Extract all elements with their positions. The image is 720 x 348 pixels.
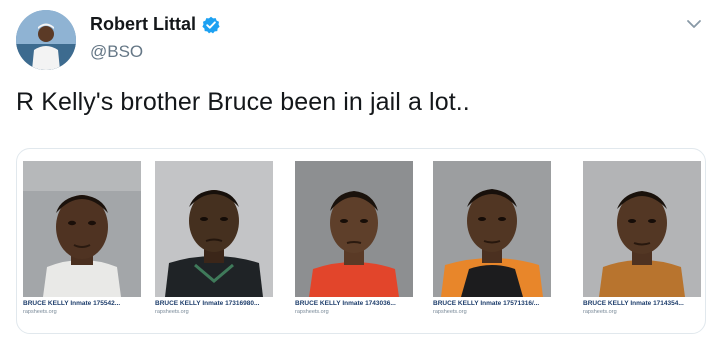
image-result[interactable]: BRUCE KELLY Inmate 1743036... rapsheets.… [295,161,413,315]
author-handle[interactable]: @BSO [90,42,143,62]
result-source: rapsheets.org [155,309,189,315]
image-result[interactable]: BRUCE KELLY Inmate 17316980... rapsheets… [155,161,273,315]
mugshot-photo[interactable] [155,161,273,297]
verified-badge-icon [202,16,220,34]
image-results-card[interactable]: BRUCE KELLY Inmate 175542... rapsheets.o… [16,148,706,334]
mugshot-photo[interactable] [295,161,413,297]
avatar[interactable] [16,10,76,70]
result-caption[interactable]: BRUCE KELLY Inmate 1743036... [295,300,413,307]
image-result[interactable]: BRUCE KELLY Inmate 17571316/... rapsheet… [433,161,551,315]
result-source: rapsheets.org [433,309,467,315]
image-result[interactable]: BRUCE KELLY Inmate 1714354... rapsheets.… [583,161,701,315]
mugshot-photo[interactable] [433,161,551,297]
result-source: rapsheets.org [583,309,617,315]
result-caption[interactable]: BRUCE KELLY Inmate 175542... [23,300,141,307]
author-display-name[interactable]: Robert Littal [90,14,196,35]
result-caption[interactable]: BRUCE KELLY Inmate 17316980... [155,300,273,307]
mugshot-photo[interactable] [583,161,701,297]
author-name-row[interactable]: Robert Littal [90,14,220,35]
result-caption[interactable]: BRUCE KELLY Inmate 17571316/... [433,300,551,307]
tweet-text: R Kelly's brother Bruce been in jail a l… [16,88,470,116]
result-source: rapsheets.org [23,309,57,315]
image-result[interactable]: BRUCE KELLY Inmate 175542... rapsheets.o… [23,161,141,315]
result-caption[interactable]: BRUCE KELLY Inmate 1714354... [583,300,701,307]
chevron-down-icon[interactable] [684,14,704,34]
result-source: rapsheets.org [295,309,329,315]
mugshot-photo[interactable] [23,161,141,297]
tweet: Robert Littal @BSO R Kelly's brother Bru… [0,0,720,348]
